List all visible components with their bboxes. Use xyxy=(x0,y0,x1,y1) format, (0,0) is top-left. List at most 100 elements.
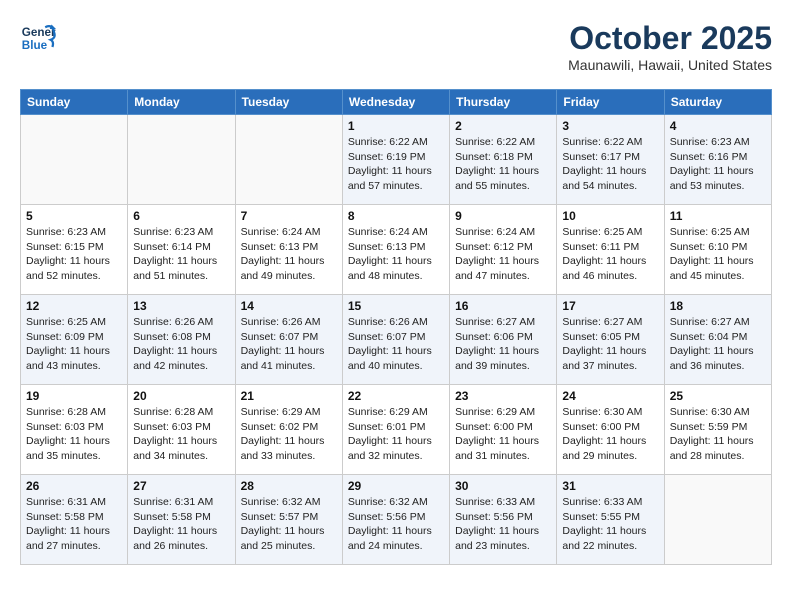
day-number: 28 xyxy=(241,479,337,493)
calendar-cell: 2Sunrise: 6:22 AM Sunset: 6:18 PM Daylig… xyxy=(450,115,557,205)
calendar-cell: 16 Sunrise: 6:27 AM Sunset: 6:06 PM Dayli… xyxy=(450,295,557,385)
calendar-cell: 14 Sunrise: 6:26 AM Sunset: 6:07 PM Dayli… xyxy=(235,295,342,385)
calendar-cell: 29 Sunrise: 6:32 AM Sunset: 5:56 PM Dayli… xyxy=(342,475,449,565)
day-number: 31 xyxy=(562,479,658,493)
calendar-cell: 5Sunrise: 6:23 AM Sunset: 6:15 PM Daylig… xyxy=(21,205,128,295)
calendar-cell: 11 Sunrise: 6:25 AM Sunset: 6:10 PM Dayli… xyxy=(664,205,771,295)
day-number: 10 xyxy=(562,209,658,223)
calendar-cell: 22 Sunrise: 6:29 AM Sunset: 6:01 PM Dayli… xyxy=(342,385,449,475)
calendar-cell: 18 Sunrise: 6:27 AM Sunset: 6:04 PM Dayli… xyxy=(664,295,771,385)
day-info: Sunrise: 6:27 AM Sunset: 6:06 PM Dayligh… xyxy=(455,315,551,374)
day-number: 4 xyxy=(670,119,766,133)
day-info: Sunrise: 6:23 AM Sunset: 6:16 PM Dayligh… xyxy=(670,135,766,194)
day-number: 3 xyxy=(562,119,658,133)
day-number: 18 xyxy=(670,299,766,313)
calendar-cell: 9Sunrise: 6:24 AM Sunset: 6:12 PM Daylig… xyxy=(450,205,557,295)
calendar-cell: 30 Sunrise: 6:33 AM Sunset: 5:56 PM Dayli… xyxy=(450,475,557,565)
calendar-cell: 13 Sunrise: 6:26 AM Sunset: 6:08 PM Dayli… xyxy=(128,295,235,385)
day-info: Sunrise: 6:24 AM Sunset: 6:13 PM Dayligh… xyxy=(241,225,337,284)
week-row-1: 1Sunrise: 6:22 AM Sunset: 6:19 PM Daylig… xyxy=(21,115,772,205)
day-info: Sunrise: 6:23 AM Sunset: 6:14 PM Dayligh… xyxy=(133,225,229,284)
calendar-cell: 26 Sunrise: 6:31 AM Sunset: 5:58 PM Dayli… xyxy=(21,475,128,565)
day-number: 13 xyxy=(133,299,229,313)
weekday-header-row: SundayMondayTuesdayWednesdayThursdayFrid… xyxy=(21,90,772,115)
calendar-cell: 19 Sunrise: 6:28 AM Sunset: 6:03 PM Dayli… xyxy=(21,385,128,475)
day-number: 20 xyxy=(133,389,229,403)
day-info: Sunrise: 6:22 AM Sunset: 6:19 PM Dayligh… xyxy=(348,135,444,194)
day-info: Sunrise: 6:29 AM Sunset: 6:00 PM Dayligh… xyxy=(455,405,551,464)
day-number: 26 xyxy=(26,479,122,493)
day-info: Sunrise: 6:25 AM Sunset: 6:09 PM Dayligh… xyxy=(26,315,122,374)
page-header: General Blue October 2025 Maunawili, Haw… xyxy=(20,20,772,73)
day-info: Sunrise: 6:25 AM Sunset: 6:10 PM Dayligh… xyxy=(670,225,766,284)
calendar-cell xyxy=(664,475,771,565)
day-number: 8 xyxy=(348,209,444,223)
day-info: Sunrise: 6:26 AM Sunset: 6:07 PM Dayligh… xyxy=(348,315,444,374)
calendar-cell: 8 Sunrise: 6:24 AM Sunset: 6:13 PM Daylig… xyxy=(342,205,449,295)
day-number: 6 xyxy=(133,209,229,223)
day-number: 15 xyxy=(348,299,444,313)
calendar-cell: 7 Sunrise: 6:24 AM Sunset: 6:13 PM Daylig… xyxy=(235,205,342,295)
day-number: 27 xyxy=(133,479,229,493)
day-info: Sunrise: 6:29 AM Sunset: 6:01 PM Dayligh… xyxy=(348,405,444,464)
calendar-cell: 4 Sunrise: 6:23 AM Sunset: 6:16 PM Daylig… xyxy=(664,115,771,205)
title-block: October 2025 Maunawili, Hawaii, United S… xyxy=(568,20,772,73)
day-info: Sunrise: 6:31 AM Sunset: 5:58 PM Dayligh… xyxy=(26,495,122,554)
weekday-header-monday: Monday xyxy=(128,90,235,115)
month-title: October 2025 xyxy=(568,20,772,57)
calendar-cell: 31 Sunrise: 6:33 AM Sunset: 5:55 PM Dayli… xyxy=(557,475,664,565)
day-number: 24 xyxy=(562,389,658,403)
day-number: 16 xyxy=(455,299,551,313)
day-number: 29 xyxy=(348,479,444,493)
day-info: Sunrise: 6:23 AM Sunset: 6:15 PM Dayligh… xyxy=(26,225,122,284)
day-info: Sunrise: 6:31 AM Sunset: 5:58 PM Dayligh… xyxy=(133,495,229,554)
day-number: 11 xyxy=(670,209,766,223)
day-info: Sunrise: 6:28 AM Sunset: 6:03 PM Dayligh… xyxy=(26,405,122,464)
day-number: 22 xyxy=(348,389,444,403)
day-number: 12 xyxy=(26,299,122,313)
day-number: 17 xyxy=(562,299,658,313)
day-number: 19 xyxy=(26,389,122,403)
day-info: Sunrise: 6:28 AM Sunset: 6:03 PM Dayligh… xyxy=(133,405,229,464)
calendar-cell: 25Sunrise: 6:30 AM Sunset: 5:59 PM Dayli… xyxy=(664,385,771,475)
day-info: Sunrise: 6:29 AM Sunset: 6:02 PM Dayligh… xyxy=(241,405,337,464)
day-info: Sunrise: 6:32 AM Sunset: 5:56 PM Dayligh… xyxy=(348,495,444,554)
day-info: Sunrise: 6:30 AM Sunset: 6:00 PM Dayligh… xyxy=(562,405,658,464)
week-row-2: 5Sunrise: 6:23 AM Sunset: 6:15 PM Daylig… xyxy=(21,205,772,295)
calendar-cell: 1Sunrise: 6:22 AM Sunset: 6:19 PM Daylig… xyxy=(342,115,449,205)
day-info: Sunrise: 6:25 AM Sunset: 6:11 PM Dayligh… xyxy=(562,225,658,284)
calendar-cell: 21 Sunrise: 6:29 AM Sunset: 6:02 PM Dayli… xyxy=(235,385,342,475)
day-info: Sunrise: 6:27 AM Sunset: 6:04 PM Dayligh… xyxy=(670,315,766,374)
calendar-cell: 17Sunrise: 6:27 AM Sunset: 6:05 PM Dayli… xyxy=(557,295,664,385)
calendar-cell xyxy=(21,115,128,205)
day-number: 23 xyxy=(455,389,551,403)
day-number: 30 xyxy=(455,479,551,493)
weekday-header-sunday: Sunday xyxy=(21,90,128,115)
weekday-header-wednesday: Wednesday xyxy=(342,90,449,115)
day-number: 7 xyxy=(241,209,337,223)
week-row-4: 19 Sunrise: 6:28 AM Sunset: 6:03 PM Dayli… xyxy=(21,385,772,475)
day-number: 2 xyxy=(455,119,551,133)
day-info: Sunrise: 6:24 AM Sunset: 6:13 PM Dayligh… xyxy=(348,225,444,284)
day-number: 14 xyxy=(241,299,337,313)
calendar-cell: 23 Sunrise: 6:29 AM Sunset: 6:00 PM Dayli… xyxy=(450,385,557,475)
calendar-cell: 20 Sunrise: 6:28 AM Sunset: 6:03 PM Dayli… xyxy=(128,385,235,475)
day-info: Sunrise: 6:26 AM Sunset: 6:07 PM Dayligh… xyxy=(241,315,337,374)
logo-icon: General Blue xyxy=(20,20,56,56)
calendar-cell: 15 Sunrise: 6:26 AM Sunset: 6:07 PM Dayli… xyxy=(342,295,449,385)
calendar-cell: 10 Sunrise: 6:25 AM Sunset: 6:11 PM Dayli… xyxy=(557,205,664,295)
calendar-cell: 12 Sunrise: 6:25 AM Sunset: 6:09 PM Dayli… xyxy=(21,295,128,385)
calendar-cell: 28Sunrise: 6:32 AM Sunset: 5:57 PM Dayli… xyxy=(235,475,342,565)
calendar-cell xyxy=(235,115,342,205)
calendar-cell: 6 Sunrise: 6:23 AM Sunset: 6:14 PM Daylig… xyxy=(128,205,235,295)
day-number: 21 xyxy=(241,389,337,403)
day-info: Sunrise: 6:26 AM Sunset: 6:08 PM Dayligh… xyxy=(133,315,229,374)
calendar-table: SundayMondayTuesdayWednesdayThursdayFrid… xyxy=(20,89,772,565)
weekday-header-tuesday: Tuesday xyxy=(235,90,342,115)
day-info: Sunrise: 6:33 AM Sunset: 5:56 PM Dayligh… xyxy=(455,495,551,554)
day-info: Sunrise: 6:30 AM Sunset: 5:59 PM Dayligh… xyxy=(670,405,766,464)
day-info: Sunrise: 6:33 AM Sunset: 5:55 PM Dayligh… xyxy=(562,495,658,554)
calendar-cell: 27 Sunrise: 6:31 AM Sunset: 5:58 PM Dayli… xyxy=(128,475,235,565)
week-row-3: 12 Sunrise: 6:25 AM Sunset: 6:09 PM Dayli… xyxy=(21,295,772,385)
logo: General Blue xyxy=(20,20,56,56)
